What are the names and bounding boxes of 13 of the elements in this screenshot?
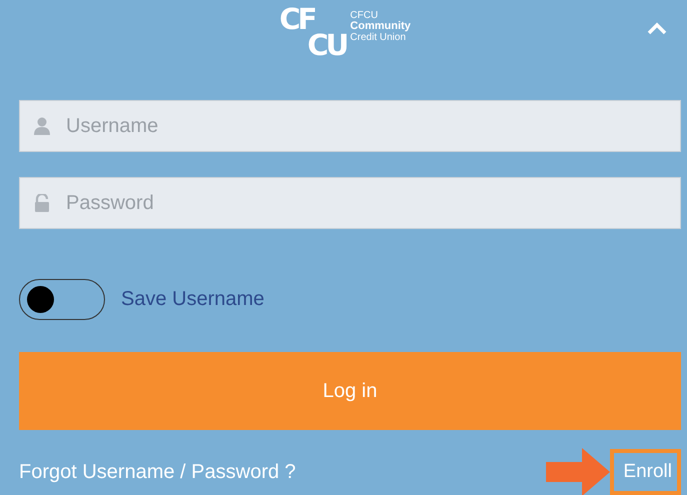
user-icon [34,117,50,135]
toggle-switch[interactable] [19,279,105,320]
login-button[interactable]: Log in [19,352,681,430]
logo-monogram: CF CU [279,6,346,58]
logo-text: CFCU [350,10,379,21]
logo-text: Community [350,21,411,32]
lock-icon [34,194,50,212]
password-field[interactable]: Password [19,177,681,229]
logo-text: Credit Union [350,32,407,43]
toggle-label: Save Username [121,288,264,311]
enroll-link[interactable]: Enroll [610,449,681,495]
username-field[interactable]: Username [19,100,681,152]
forgot-link[interactable]: Forgot Username / Password ? [19,460,296,484]
